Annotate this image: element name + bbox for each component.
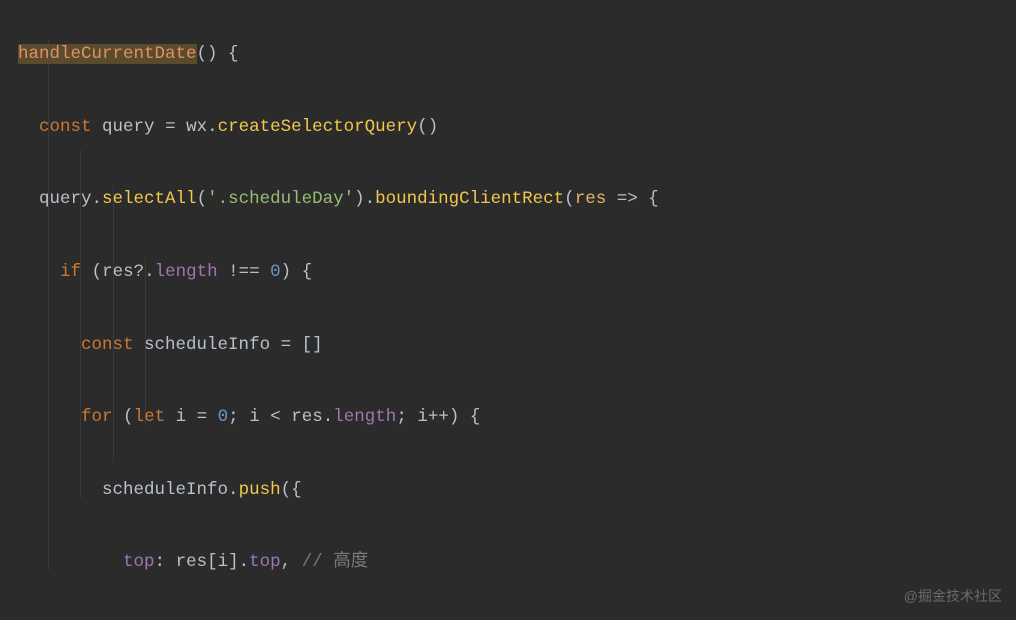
identifier: query [102, 117, 155, 137]
number: 0 [218, 407, 229, 427]
string-literal: '.scheduleDay' [207, 189, 354, 209]
code-line: const query = wx.createSelectorQuery() [18, 109, 1016, 145]
operator: = [281, 335, 292, 355]
indent-guide [145, 258, 146, 426]
identifier: i [249, 407, 260, 427]
watermark: @掘金技术社区 [904, 586, 1002, 606]
keyword-for: for [81, 407, 113, 427]
paren: ) [281, 262, 292, 282]
operator: = [165, 117, 176, 137]
function-call: push [239, 480, 281, 500]
operator: < [270, 407, 281, 427]
dot: . [239, 552, 250, 572]
identifier: wx [186, 117, 207, 137]
function-call: createSelectorQuery [218, 117, 418, 137]
semicolon: ; [228, 407, 239, 427]
identifier: res [176, 552, 208, 572]
identifier: scheduleInfo [102, 480, 228, 500]
dot: . [365, 189, 376, 209]
semicolon: ; [396, 407, 407, 427]
dot: . [323, 407, 334, 427]
operator: !== [228, 262, 260, 282]
brace: { [302, 262, 313, 282]
property: length [333, 407, 396, 427]
function-call: selectAll [102, 189, 197, 209]
brace: { [470, 407, 481, 427]
dot: . [92, 189, 103, 209]
operator: ++ [428, 407, 449, 427]
indent-guide [48, 40, 49, 570]
indent-guide [113, 186, 114, 462]
identifier: query [39, 189, 92, 209]
paren: ({ [281, 480, 302, 500]
paren: ( [197, 189, 208, 209]
array-literal: [] [302, 335, 323, 355]
number: 0 [270, 262, 281, 282]
paren: ) [354, 189, 365, 209]
code-block: handleCurrentDate() { const query = wx.c… [0, 0, 1016, 620]
code-line: scheduleInfo.push({ [18, 472, 1016, 508]
keyword-const: const [39, 117, 92, 137]
method-name: handleCurrentDate [18, 44, 197, 64]
operator: = [197, 407, 208, 427]
comma: , [281, 552, 292, 572]
code-line: for (let i = 0; i < res.length; i++) { [18, 399, 1016, 435]
bracket: ] [228, 552, 239, 572]
colon: : [155, 552, 166, 572]
code-line: if (res?.length !== 0) { [18, 254, 1016, 290]
identifier: i [176, 407, 187, 427]
paren: ( [123, 407, 134, 427]
keyword-let: let [134, 407, 166, 427]
dot: . [207, 117, 218, 137]
dot: . [228, 480, 239, 500]
property-key: top [123, 552, 155, 572]
function-call: boundingClientRect [375, 189, 564, 209]
parens: () [417, 117, 438, 137]
paren: ) [449, 407, 460, 427]
identifier: i [417, 407, 428, 427]
paren: ( [564, 189, 575, 209]
property: top [249, 552, 281, 572]
identifier: res [102, 262, 134, 282]
property: length [155, 262, 218, 282]
arrow: => [617, 189, 638, 209]
code-line: top: res[i].top, // 高度 [18, 544, 1016, 580]
indent-guide [80, 150, 81, 498]
brace: { [648, 189, 659, 209]
keyword-const: const [81, 335, 134, 355]
identifier: i [218, 552, 229, 572]
keyword-if: if [60, 262, 81, 282]
code-line: handleCurrentDate() { [18, 36, 1016, 72]
code-token: () { [197, 44, 239, 64]
comment: // 高度 [302, 552, 369, 572]
paren: ( [92, 262, 103, 282]
identifier: res [291, 407, 323, 427]
code-line: query.selectAll('.scheduleDay').bounding… [18, 181, 1016, 217]
param: res [575, 189, 607, 209]
bracket: [ [207, 552, 218, 572]
code-line: const scheduleInfo = [] [18, 327, 1016, 363]
identifier: scheduleInfo [144, 335, 270, 355]
